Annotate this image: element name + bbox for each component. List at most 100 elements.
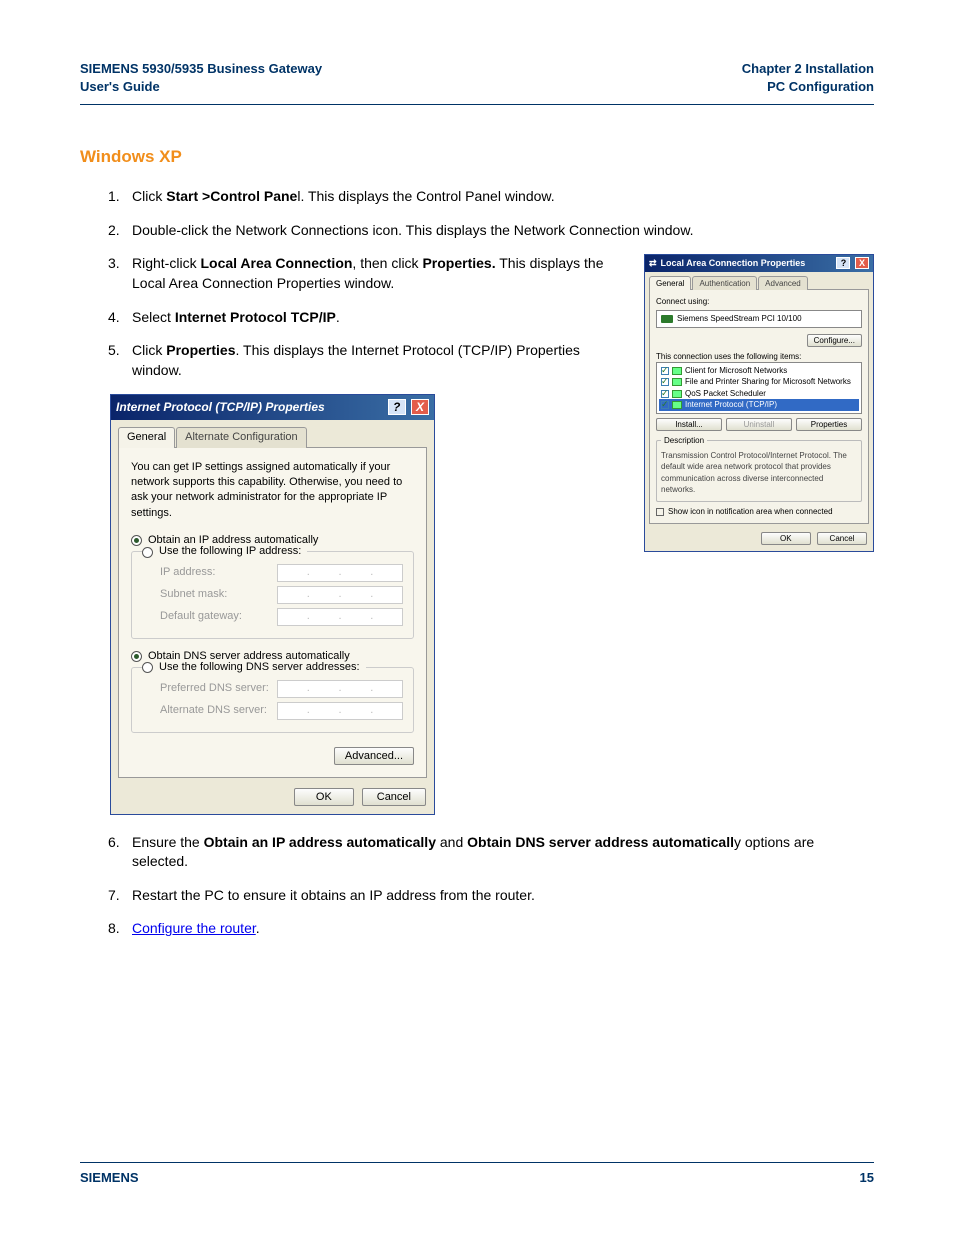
tcpip-titlebar: Internet Protocol (TCP/IP) Properties ? … bbox=[111, 395, 434, 420]
chapter-label: Chapter 2 Installation bbox=[742, 60, 874, 78]
bold-text: Internet Protocol TCP/IP bbox=[175, 309, 336, 325]
step-number: 3. bbox=[108, 254, 132, 293]
alternate-dns-input[interactable]: ... bbox=[277, 702, 403, 720]
install-button[interactable]: Install... bbox=[656, 418, 722, 431]
ok-button[interactable]: OK bbox=[294, 788, 354, 806]
list-item[interactable]: File and Printer Sharing for Microsoft N… bbox=[685, 377, 851, 387]
step-5-text: Click Properties. This displays the Inte… bbox=[132, 341, 624, 380]
cancel-button[interactable]: Cancel bbox=[362, 788, 426, 806]
step-number: 7. bbox=[108, 886, 132, 906]
tab-general[interactable]: General bbox=[118, 427, 175, 447]
page-header: SIEMENS 5930/5935 Business Gateway User'… bbox=[80, 60, 874, 105]
page-number: 15 bbox=[860, 1169, 874, 1187]
radio-icon[interactable] bbox=[142, 547, 153, 558]
text: . bbox=[336, 309, 340, 325]
text: Right-click bbox=[132, 255, 200, 271]
text: , then click bbox=[352, 255, 422, 271]
ip-address-input[interactable]: ... bbox=[277, 564, 403, 582]
bold-text: Obtain DNS server address automaticall bbox=[467, 834, 734, 850]
bold-text: Start >Control Pane bbox=[166, 188, 297, 204]
lap-tabs: General Authentication Advanced bbox=[649, 276, 869, 290]
component-icon bbox=[672, 367, 682, 375]
text: Click bbox=[132, 342, 166, 358]
tcpip-tabs: General Alternate Configuration bbox=[118, 427, 427, 447]
text: and bbox=[436, 834, 467, 850]
description-group: Description Transmission Control Protoco… bbox=[656, 435, 862, 502]
alternate-dns-label: Alternate DNS server: bbox=[142, 703, 277, 718]
default-gateway-label: Default gateway: bbox=[142, 609, 277, 624]
checkbox-icon[interactable] bbox=[661, 378, 669, 386]
uninstall-button[interactable]: Uninstall bbox=[726, 418, 792, 431]
header-right: Chapter 2 Installation PC Configuration bbox=[742, 60, 874, 96]
step-2-text: Double-click the Network Connections ico… bbox=[132, 221, 874, 241]
advanced-button[interactable]: Advanced... bbox=[334, 747, 414, 765]
radio-use-following-dns[interactable]: Use the following DNS server addresses: bbox=[159, 660, 360, 675]
text: Ensure the bbox=[132, 834, 204, 850]
uses-items-label: This connection uses the following items… bbox=[656, 351, 862, 362]
subnet-mask-input[interactable]: ... bbox=[277, 586, 403, 604]
description-legend: Description bbox=[661, 435, 707, 446]
footer-brand: SIEMENS bbox=[80, 1169, 139, 1187]
lap-title: Local Area Connection Properties bbox=[661, 257, 806, 270]
list-item[interactable]: QoS Packet Scheduler bbox=[685, 389, 766, 399]
step-number: 5. bbox=[108, 341, 132, 380]
nic-icon bbox=[661, 315, 673, 323]
checkbox-icon[interactable] bbox=[656, 508, 664, 516]
close-icon[interactable]: X bbox=[855, 257, 869, 269]
step-number: 8. bbox=[108, 919, 132, 939]
configure-button[interactable]: Configure... bbox=[807, 334, 862, 347]
text: Click bbox=[132, 188, 166, 204]
connect-using-label: Connect using: bbox=[656, 296, 862, 307]
text: Select bbox=[132, 309, 175, 325]
radio-icon[interactable] bbox=[142, 662, 153, 673]
tab-general[interactable]: General bbox=[649, 276, 691, 290]
connection-items-list[interactable]: Client for Microsoft Networks File and P… bbox=[656, 362, 862, 414]
lap-dialog: ⇄Local Area Connection Properties ? X Ge… bbox=[644, 254, 874, 552]
section-label: PC Configuration bbox=[742, 78, 874, 96]
notify-checkbox-label[interactable]: Show icon in notification area when conn… bbox=[668, 506, 833, 517]
cancel-button[interactable]: Cancel bbox=[817, 532, 867, 545]
lap-tab-body: Connect using: Siemens SpeedStream PCI 1… bbox=[649, 289, 869, 524]
list-item[interactable]: Client for Microsoft Networks bbox=[685, 366, 787, 376]
steps-list-3-5: 3. Right-click Local Area Connection, th… bbox=[108, 254, 624, 380]
checkbox-icon[interactable] bbox=[661, 367, 669, 375]
properties-button[interactable]: Properties bbox=[796, 418, 862, 431]
description-text: Transmission Control Protocol/Internet P… bbox=[661, 450, 857, 495]
close-icon[interactable]: X bbox=[411, 399, 429, 415]
bold-text: Properties bbox=[166, 342, 235, 358]
default-gateway-input[interactable]: ... bbox=[277, 608, 403, 626]
tab-authentication[interactable]: Authentication bbox=[692, 276, 757, 290]
steps-list-6-8: 6. Ensure the Obtain an IP address autom… bbox=[108, 833, 874, 939]
checkbox-icon[interactable] bbox=[661, 390, 669, 398]
tcpip-tab-body: You can get IP settings assigned automat… bbox=[118, 447, 427, 778]
step-1-text: Click Start >Control Panel. This display… bbox=[132, 187, 874, 207]
ip-address-label: IP address: bbox=[142, 565, 277, 580]
checkbox-icon[interactable] bbox=[661, 401, 669, 409]
component-icon bbox=[672, 390, 682, 398]
ip-address-group: Use the following IP address: IP address… bbox=[131, 551, 414, 638]
doc-title: SIEMENS 5930/5935 Business Gateway bbox=[80, 60, 322, 78]
tab-alternate-config[interactable]: Alternate Configuration bbox=[176, 427, 307, 447]
radio-icon[interactable] bbox=[131, 651, 142, 662]
help-icon[interactable]: ? bbox=[388, 399, 406, 415]
list-item-selected[interactable]: Internet Protocol (TCP/IP) bbox=[685, 400, 777, 410]
step-3-text: Right-click Local Area Connection, then … bbox=[132, 254, 624, 293]
text: l. This displays the Control Panel windo… bbox=[297, 188, 554, 204]
ok-button[interactable]: OK bbox=[761, 532, 811, 545]
header-left: SIEMENS 5930/5935 Business Gateway User'… bbox=[80, 60, 322, 96]
component-icon bbox=[672, 378, 682, 386]
step-6-text: Ensure the Obtain an IP address automati… bbox=[132, 833, 874, 872]
configure-router-link[interactable]: Configure the router bbox=[132, 920, 256, 936]
component-icon bbox=[672, 401, 682, 409]
radio-icon[interactable] bbox=[131, 535, 142, 546]
preferred-dns-input[interactable]: ... bbox=[277, 680, 403, 698]
text: . bbox=[256, 920, 260, 936]
steps-list: 1. Click Start >Control Panel. This disp… bbox=[108, 187, 874, 240]
step-4-text: Select Internet Protocol TCP/IP. bbox=[132, 308, 624, 328]
help-icon[interactable]: ? bbox=[836, 257, 850, 269]
step-7-text: Restart the PC to ensure it obtains an I… bbox=[132, 886, 874, 906]
tcpip-title: Internet Protocol (TCP/IP) Properties bbox=[116, 399, 325, 416]
step-number: 6. bbox=[108, 833, 132, 872]
tab-advanced[interactable]: Advanced bbox=[758, 276, 808, 290]
radio-use-following-ip[interactable]: Use the following IP address: bbox=[159, 544, 301, 559]
